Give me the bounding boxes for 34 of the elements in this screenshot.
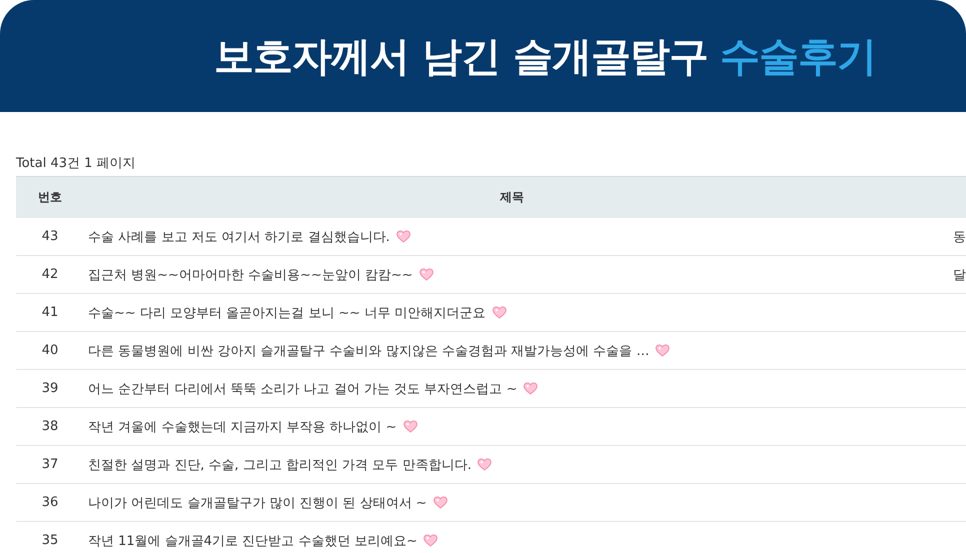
post-title-link[interactable]: 집근처 병원~~어마어마한 수술비용~~눈앞이 캄캄~~: [88, 266, 413, 284]
post-title-link[interactable]: 나이가 어린데도 슬개골탈구가 많이 진행이 된 상태여서 ~: [88, 494, 427, 512]
post-title-link[interactable]: 작년 겨울에 수술했는데 지금까지 부작용 하나없이 ~: [88, 418, 397, 436]
heart-icon: [432, 496, 448, 509]
heart-icon: [655, 344, 670, 357]
banner-title-highlight: 수술후기: [720, 32, 876, 82]
heart-icon: [423, 534, 438, 547]
post-title-link[interactable]: 친절한 설명과 진단, 수술, 그리고 합리적인 가격 모두 만족합니다.: [88, 456, 472, 474]
heart-icon: [523, 382, 538, 395]
post-number: 43: [40, 229, 60, 244]
column-header: 번호: [37, 189, 63, 206]
table-cell: 달: [953, 268, 966, 282]
post-title-link[interactable]: 작년 11월에 슬개골4기로 진단받고 수술했던 보리예요~: [88, 532, 418, 550]
heart-icon: [477, 458, 492, 471]
post-number: 39: [40, 381, 60, 396]
table-cell: 동: [953, 230, 966, 244]
heart-icon: [402, 420, 418, 433]
post-number: 36: [40, 495, 60, 510]
post-number: 37: [40, 457, 60, 472]
heart-icon: [396, 230, 411, 243]
post-number: 38: [40, 419, 60, 434]
post-number: 42: [40, 267, 60, 282]
heart-icon: [492, 306, 506, 319]
post-number: 41: [40, 305, 60, 320]
column-header: 제목: [499, 189, 525, 206]
total-count: Total 43건 1 페이지: [16, 155, 137, 173]
post-title-link[interactable]: 다른 동물병원에 비싼 강아지 슬개골탈구 수술비와 많지않은 수술경험과 재발가능성에 수술을 …: [88, 342, 650, 360]
post-title-link[interactable]: 수술 사례를 보고 저도 여기서 하기로 결심했습니다.: [88, 228, 390, 246]
post-title-link[interactable]: 수술~~ 다리 모양부터 올곧아지는걸 보니 ~~ 너무 미안해지더군요: [88, 304, 486, 322]
banner-title: 보호자께서 남긴 슬개골탈구: [214, 32, 708, 82]
post-number: 35: [40, 533, 60, 548]
post-title-link[interactable]: 어느 순간부터 다리에서 뚝뚝 소리가 나고 걸어 가는 것도 부자연스럽고 ~: [88, 380, 518, 398]
heart-icon: [418, 268, 434, 281]
post-number: 40: [40, 343, 60, 358]
